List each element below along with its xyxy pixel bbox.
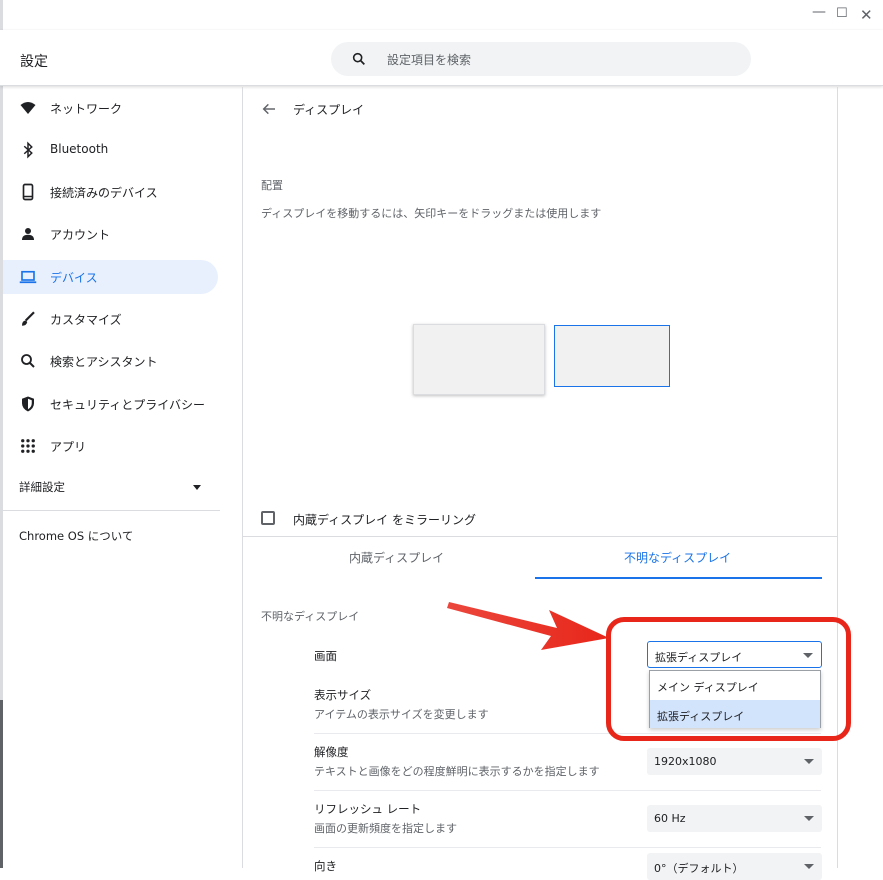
screen-label: 画面 bbox=[314, 649, 337, 663]
tab-internal-display[interactable]: 内蔵ディスプレイ bbox=[349, 549, 444, 566]
sidebar-item-label: アプリ bbox=[50, 440, 87, 454]
sidebar-item-label: アカウント bbox=[50, 228, 111, 242]
sidebar-divider bbox=[3, 510, 220, 511]
apps-grid-icon bbox=[21, 439, 35, 453]
sidebar-item-label: 接続済みのデバイス bbox=[50, 186, 158, 200]
orientation-select[interactable]: 0°（デフォルト） bbox=[647, 853, 822, 880]
main-panel: ディスプレイ 配置 ディスプレイを移動するには、矢印キーをドラッグまたは使用しま… bbox=[242, 87, 838, 880]
mirror-checkbox[interactable] bbox=[261, 511, 275, 525]
chevron-down-icon[interactable] bbox=[193, 485, 201, 490]
dropdown-arrow-icon bbox=[804, 864, 814, 869]
search-box[interactable]: 設定項目を検索 bbox=[331, 42, 751, 76]
close-button[interactable]: ✕ bbox=[860, 6, 873, 24]
arrangement-description: ディスプレイを移動するには、矢印キーをドラッグまたは使用します bbox=[261, 207, 602, 220]
annotation-arrow-icon bbox=[447, 602, 609, 650]
sidebar-item-label: Bluetooth bbox=[50, 142, 109, 156]
sidebar-item-label: ネットワーク bbox=[50, 102, 123, 116]
display-section-title: 不明なディスプレイ bbox=[261, 610, 360, 623]
sidebar-item-label: 検索とアシスタント bbox=[50, 355, 158, 369]
bluetooth-icon bbox=[23, 141, 33, 159]
advanced-settings-toggle[interactable]: 詳細設定 bbox=[19, 479, 65, 495]
row-divider bbox=[314, 790, 821, 791]
about-chrome-os-link[interactable]: Chrome OS について bbox=[19, 528, 133, 544]
back-arrow-icon[interactable] bbox=[261, 101, 277, 117]
minimize-button[interactable]: — bbox=[812, 4, 826, 20]
display-size-label: 表示サイズ bbox=[314, 688, 372, 702]
sidebar-item-connected-devices[interactable]: 接続済みのデバイス bbox=[3, 175, 218, 209]
page-title: ディスプレイ bbox=[293, 103, 365, 117]
app-title: 設定 bbox=[20, 54, 48, 70]
search-icon bbox=[352, 52, 365, 65]
tab-active-indicator bbox=[535, 577, 822, 579]
display-rect-external[interactable] bbox=[554, 325, 670, 387]
phone-icon bbox=[22, 183, 34, 201]
refresh-rate-label: リフレッシュ レート bbox=[314, 802, 422, 816]
resolution-select[interactable]: 1920x1080 bbox=[647, 748, 822, 775]
resolution-description: テキストと画像をどの程度鮮明に表示するかを指定します bbox=[314, 765, 600, 778]
maximize-button[interactable]: ☐ bbox=[836, 6, 848, 21]
person-icon bbox=[22, 228, 34, 240]
sidebar: ネットワーク Bluetooth 接続済みのデバイス アカウント デバイス カス… bbox=[3, 87, 240, 868]
tab-unknown-display[interactable]: 不明なディスプレイ bbox=[624, 549, 731, 566]
refresh-rate-value: 60 Hz bbox=[654, 812, 686, 825]
sidebar-item-customize[interactable]: カスタマイズ bbox=[3, 302, 218, 336]
sidebar-item-label: セキュリティとプライバシー bbox=[50, 398, 206, 412]
annotation-highlight-box bbox=[606, 617, 851, 741]
sidebar-item-search-assistant[interactable]: 検索とアシスタント bbox=[3, 344, 218, 378]
row-divider bbox=[314, 847, 821, 848]
mirror-label: 内蔵ディスプレイ をミラーリング bbox=[293, 513, 476, 527]
sidebar-item-network[interactable]: ネットワーク bbox=[3, 91, 218, 125]
resolution-label: 解像度 bbox=[314, 745, 349, 759]
dropdown-arrow-icon bbox=[804, 816, 814, 821]
sidebar-item-bluetooth[interactable]: Bluetooth bbox=[3, 133, 218, 167]
orientation-value: 0°（デフォルト） bbox=[654, 862, 744, 875]
sidebar-item-security-privacy[interactable]: セキュリティとプライバシー bbox=[3, 387, 218, 421]
brush-icon bbox=[22, 311, 35, 326]
wifi-icon bbox=[20, 102, 36, 114]
sidebar-item-label: カスタマイズ bbox=[50, 313, 122, 327]
dropdown-arrow-icon bbox=[804, 759, 814, 764]
orientation-label: 向き bbox=[314, 859, 337, 873]
sidebar-item-label: デバイス bbox=[50, 271, 98, 285]
tabs-divider bbox=[243, 536, 837, 537]
sidebar-item-apps[interactable]: アプリ bbox=[3, 429, 218, 463]
sidebar-item-device[interactable]: デバイス bbox=[3, 260, 218, 294]
refresh-rate-description: 画面の更新頻度を指定します bbox=[314, 822, 457, 835]
display-rect-builtin[interactable] bbox=[413, 324, 545, 395]
resolution-value: 1920x1080 bbox=[654, 755, 717, 768]
arrangement-label: 配置 bbox=[261, 179, 283, 192]
search-icon bbox=[21, 354, 35, 368]
header-bar: 設定 設定項目を検索 bbox=[0, 30, 883, 86]
search-input[interactable]: 設定項目を検索 bbox=[387, 51, 471, 68]
laptop-icon bbox=[19, 270, 37, 284]
refresh-rate-select[interactable]: 60 Hz bbox=[647, 805, 822, 832]
sidebar-item-account[interactable]: アカウント bbox=[3, 217, 218, 251]
shield-icon bbox=[22, 396, 34, 412]
settings-window: — ☐ ✕ 設定 設定項目を検索 ネットワーク Bluetooth 接続済みのデ… bbox=[0, 0, 883, 880]
display-size-description: アイテムの表示サイズを変更します bbox=[314, 708, 489, 721]
